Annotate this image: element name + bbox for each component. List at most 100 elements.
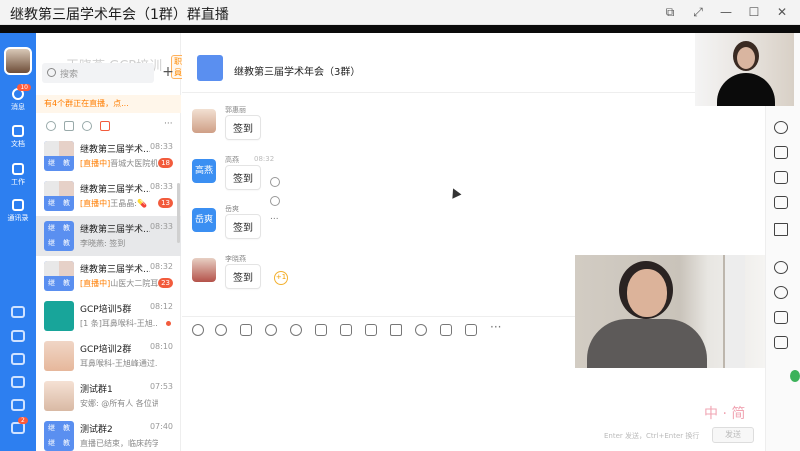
conversation-name: GCP培训5群 (80, 305, 132, 315)
help-icon[interactable] (11, 306, 25, 318)
list-item[interactable]: 继 教 继 教 测试群2 07:40 直播已结束，临床药学... (36, 416, 181, 451)
emoji-icon[interactable] (215, 324, 227, 336)
add-button[interactable]: + (158, 63, 178, 83)
live-tag: [直播中] (80, 159, 111, 168)
record-icon[interactable] (774, 311, 788, 324)
avatar[interactable] (4, 47, 32, 75)
more-icon[interactable]: ··· (270, 215, 279, 225)
inbox-icon[interactable] (11, 399, 25, 411)
member-icon[interactable] (774, 336, 788, 349)
live-icon[interactable] (774, 286, 788, 299)
avatar-cell: 教 (63, 239, 70, 247)
chat-header: 继教第三届学术年会（3群） (182, 33, 765, 93)
group-avatar (44, 341, 74, 371)
message-bubble[interactable]: 签到 (225, 214, 261, 239)
robot-icon[interactable] (774, 196, 788, 209)
list-item[interactable]: 继 教 继教第三届学术... 08:33 [直播中]晋城大医院机... 18 (36, 136, 181, 176)
chat-pane: 继教第三届学术年会（3群） 郭惠丽 签到 高燕 高燕 08:32 签到 ··· … (182, 33, 765, 451)
conversation-name: 继教第三届学术... (80, 185, 150, 195)
message-avatar[interactable]: 高燕 (192, 159, 216, 183)
video-feed-main[interactable] (575, 255, 765, 368)
conversation-preview: 安娜: @所有人 各位讲... (80, 398, 158, 409)
message-avatar[interactable]: 岳爽 (192, 208, 216, 232)
avatar-cell: 继 (48, 439, 55, 447)
rail-item-messages[interactable]: 10 消息 (0, 84, 36, 112)
rail-item-contacts[interactable]: 通讯录 (0, 199, 36, 223)
avatar-photo (44, 141, 59, 156)
live-notice-banner[interactable]: 有4个群正在直播，点... (36, 95, 181, 113)
floating-widget-icon[interactable] (790, 370, 800, 382)
mail-icon[interactable] (11, 330, 25, 342)
list-item-selected[interactable]: 继 教 继 教 继教第三届学术... 08:33 李晓燕: 签到 (36, 216, 181, 256)
unread-dot (166, 321, 171, 326)
search-input[interactable]: 搜索 (42, 63, 154, 83)
bolt-icon[interactable] (11, 353, 25, 365)
toolbar-more-icon[interactable]: ··· (490, 320, 501, 334)
conversation-preview: [直播中]王晶晶:💊 (80, 198, 158, 209)
flag-icon[interactable] (774, 223, 788, 236)
megaphone-icon[interactable] (774, 171, 788, 184)
gif-icon[interactable] (192, 324, 204, 336)
bolt-icon[interactable] (390, 324, 402, 336)
phone-icon[interactable] (11, 376, 25, 388)
folder-icon[interactable] (774, 146, 788, 159)
star-icon[interactable] (64, 121, 74, 131)
live-tag: [直播中] (80, 279, 111, 288)
conversation-preview: [直播中]山医大二院耳... (80, 278, 158, 289)
list-item[interactable]: 继 教 继教第三届学术... 08:33 [直播中]王晶晶:💊 13 (36, 176, 181, 216)
preview-text: 晋城大医院机... (110, 159, 158, 168)
minimize-button[interactable]: — (716, 3, 736, 21)
close-button[interactable]: ✕ (772, 3, 792, 21)
settings-icon[interactable] (774, 261, 788, 274)
avatar-cell: 继 (48, 424, 55, 432)
video-feed-small[interactable] (695, 33, 794, 106)
preview-text: 安娜: @所有人 各位讲... (80, 399, 158, 408)
clock-icon[interactable] (82, 121, 92, 131)
call-icon[interactable] (415, 324, 427, 336)
message-avatar[interactable] (192, 258, 216, 282)
message-bubble[interactable]: 签到 (225, 264, 261, 289)
list-item[interactable]: 测试群1 07:53 安娜: @所有人 各位讲... (36, 376, 181, 416)
rail-item-work[interactable]: 工作 (0, 163, 36, 187)
conversation-name: 测试群1 (80, 385, 113, 395)
group-avatar (44, 381, 74, 411)
group-avatar: 继 教 继 教 (44, 221, 74, 251)
maximize-button[interactable]: ☐ (744, 3, 764, 21)
preview-text: 李晓燕: 签到 (80, 239, 126, 248)
message-avatar[interactable] (192, 109, 216, 133)
fullscreen-icon[interactable]: ⤢ (688, 3, 708, 21)
plus-one-button[interactable]: +1 (274, 271, 288, 285)
clipboard-icon[interactable] (100, 121, 110, 131)
thumbs-up-icon[interactable] (240, 324, 252, 336)
emoji-react-icon[interactable] (270, 176, 280, 187)
list-scrollbar[interactable] (177, 183, 180, 243)
message-tools: ··· (270, 171, 283, 228)
conversation-preview: 李晓燕: 签到 (80, 238, 158, 249)
message-bubble[interactable]: 签到 (225, 115, 261, 140)
avatar-photo (44, 261, 59, 276)
reply-icon[interactable] (270, 195, 280, 206)
send-hint: Enter 发送，Ctrl+Enter 换行 (604, 432, 700, 440)
list-item[interactable]: 继 教 继教第三届学术... 08:32 [直播中]山医大二院耳... 23 (36, 256, 181, 296)
video-icon[interactable] (440, 324, 452, 336)
conversation-preview: [直播中]晋城大医院机... (80, 158, 158, 169)
list-item[interactable]: GCP培训2群 08:10 耳鼻喉科-王旭峰通过... (36, 336, 181, 376)
calendar-icon[interactable] (340, 324, 352, 336)
conversation-list-pane: 王晓燕 GCP培训 职員 搜索 + 有4个群正在直播，点... ··· 继 教 … (36, 33, 185, 451)
conversation-name: 继教第三届学术... (80, 145, 150, 155)
scissors-icon[interactable] (265, 324, 277, 336)
rail-item-docs[interactable]: 文档 (0, 125, 36, 149)
history-icon[interactable] (774, 121, 788, 134)
mention-icon[interactable] (290, 324, 302, 336)
folder-icon[interactable] (315, 324, 327, 336)
screen-share-icon[interactable] (465, 324, 477, 336)
message-bubble[interactable]: 签到 (225, 165, 261, 190)
send-button[interactable]: 发送 (712, 427, 754, 443)
pip-icon[interactable]: ⧉ (660, 3, 680, 21)
checkbox-icon[interactable] (365, 324, 377, 336)
list-item[interactable]: GCP培训5群 08:12 [1 条]耳鼻喉科-王旭... (36, 296, 181, 336)
avatar-cell: 教 (63, 199, 70, 207)
at-icon[interactable] (46, 121, 56, 131)
filter-more-icon[interactable]: ··· (164, 119, 173, 129)
contacts-icon (12, 199, 24, 211)
